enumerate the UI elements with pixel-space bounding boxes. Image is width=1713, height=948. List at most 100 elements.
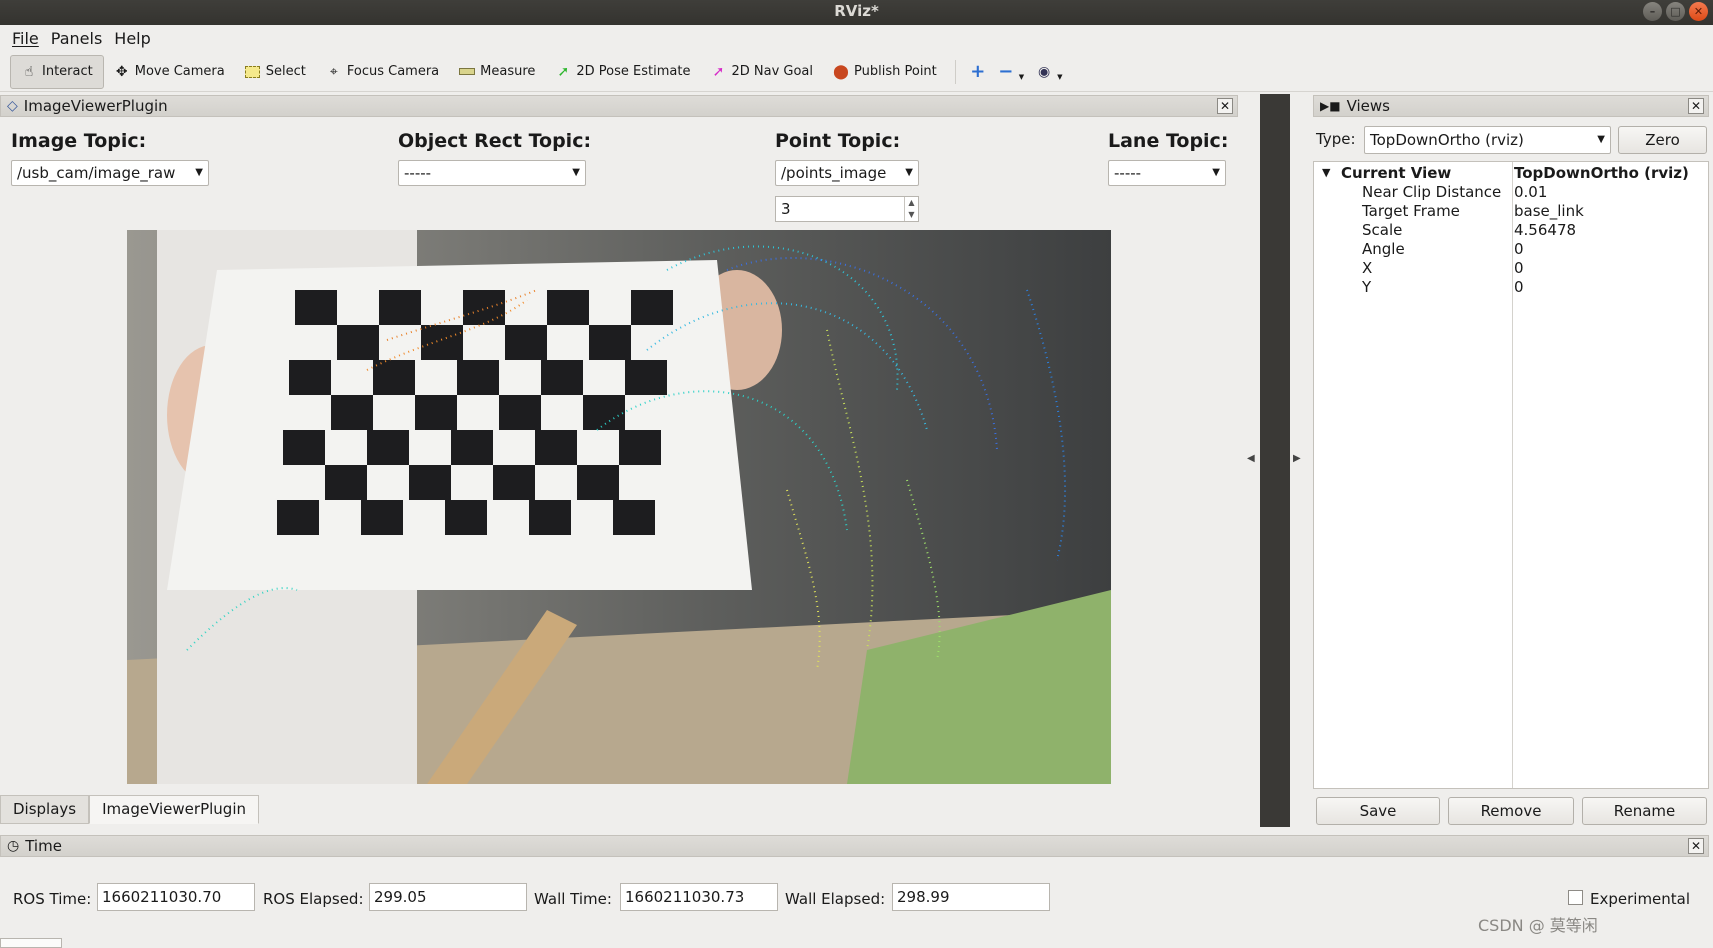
views-panel-title: Views [1346, 97, 1390, 115]
view-type-label: Type: [1316, 130, 1356, 148]
property-row[interactable]: Near Clip Distance 0.01 [1314, 183, 1708, 202]
maximize-icon[interactable]: □ [1666, 2, 1685, 21]
property-row[interactable]: X 0 [1314, 259, 1708, 278]
property-value[interactable]: 0 [1514, 259, 1524, 277]
select-box-icon [245, 64, 261, 80]
render-view-strip [1260, 94, 1290, 827]
zero-button[interactable]: Zero [1618, 126, 1707, 154]
toolbar-separator [954, 59, 956, 84]
ros-time-field[interactable]: 1660211030.70 [97, 883, 255, 911]
object-rect-topic-select[interactable]: ----- ▼ [398, 160, 586, 186]
hand-pointer-icon: ☝ [24, 63, 34, 80]
image-topic-select[interactable]: /usb_cam/image_raw ▼ [11, 160, 209, 186]
chevron-down-icon: ▼ [1212, 167, 1220, 178]
property-key: Near Clip Distance [1362, 183, 1502, 201]
camera-image [127, 230, 1111, 784]
property-value[interactable]: 0 [1514, 240, 1524, 258]
tab-image-viewer-plugin[interactable]: ImageViewerPlugin [89, 795, 259, 824]
publish-point-tool-button[interactable]: ⬤ Publish Point [823, 55, 947, 89]
status-bar-stub [0, 938, 62, 948]
close-icon[interactable]: ✕ [1689, 2, 1708, 21]
wall-elapsed-field[interactable]: 298.99 [892, 883, 1050, 911]
diamond-icon: ◇ [7, 98, 18, 114]
chevron-down-icon: ▼ [572, 167, 580, 178]
view-type-select[interactable]: TopDownOrtho (rviz) ▼ [1364, 126, 1611, 154]
dropdown-triangle-icon: ▼ [1057, 72, 1063, 81]
plus-icon: + [970, 61, 986, 82]
select-tool-button[interactable]: Select [235, 55, 316, 89]
window-title: RViz* [834, 2, 879, 20]
expand-triangle-icon[interactable]: ▼ [1322, 166, 1330, 179]
nav-goal-tool-button[interactable]: ➚ 2D Nav Goal [700, 55, 823, 89]
watermark-text: CSDN @ 莫等闲 [1478, 916, 1598, 935]
move-arrows-icon: ✥ [115, 63, 128, 80]
property-value[interactable]: base_link [1514, 202, 1584, 220]
property-key: Y [1362, 278, 1372, 296]
eye-tool-button[interactable]: ◉ ▼ [1030, 55, 1068, 89]
current-view-key: Current View [1341, 164, 1452, 182]
image-topic-value: /usb_cam/image_raw [17, 164, 176, 182]
property-row[interactable]: Target Frame base_link [1314, 202, 1708, 221]
rename-view-button[interactable]: Rename [1582, 797, 1707, 825]
property-row[interactable]: Y 0 [1314, 278, 1708, 297]
menu-file[interactable]: File [6, 29, 45, 48]
collapse-left-icon[interactable]: ◀ [1247, 453, 1255, 464]
point-topic-value: /points_image [781, 164, 887, 182]
camera-icon: ▶■ [1320, 99, 1341, 113]
property-value[interactable]: 4.56478 [1514, 221, 1576, 239]
map-pin-icon: ⬤ [833, 63, 849, 80]
current-view-value: TopDownOrtho (rviz) [1514, 164, 1689, 182]
focus-camera-tool-button[interactable]: ⌖ Focus Camera [316, 55, 449, 89]
pose-estimate-tool-button[interactable]: ➚ 2D Pose Estimate [545, 55, 700, 89]
point-topic-label: Point Topic: [775, 130, 901, 152]
interact-tool-button[interactable]: ☝ Interact [10, 54, 104, 89]
view-properties-tree: ▼ Current View TopDownOrtho (rviz) Near … [1313, 161, 1709, 789]
lane-topic-select[interactable]: ----- ▼ [1108, 160, 1226, 186]
interact-label: Interact [42, 64, 93, 79]
clock-icon: ◷ [7, 838, 20, 854]
close-panel-icon[interactable]: ✕ [1217, 98, 1233, 114]
ros-elapsed-label: ROS Elapsed: [263, 890, 364, 908]
move-camera-tool-button[interactable]: ✥ Move Camera [104, 55, 235, 89]
property-row[interactable]: Angle 0 [1314, 240, 1708, 259]
ros-time-label: ROS Time: [13, 890, 92, 908]
spin-arrows-icon[interactable]: ▲ ▼ [904, 197, 918, 221]
image-viewer-panel-header: ◇ ImageViewerPlugin ✕ [0, 95, 1238, 117]
add-tool-button[interactable]: + [964, 55, 992, 89]
remove-tool-button[interactable]: − ▼ [992, 55, 1030, 89]
current-view-row[interactable]: ▼ Current View TopDownOrtho (rviz) [1314, 164, 1708, 183]
wall-time-label: Wall Time: [534, 890, 612, 908]
menu-panels[interactable]: Panels [45, 29, 109, 48]
chevron-down-icon: ▼ [905, 167, 913, 178]
move-camera-label: Move Camera [134, 64, 225, 79]
point-size-value: 3 [781, 200, 791, 218]
measure-tool-button[interactable]: Measure [449, 55, 545, 89]
view-type-value: TopDownOrtho (rviz) [1370, 131, 1524, 149]
property-key: Scale [1362, 221, 1403, 239]
point-size-spinbox[interactable]: 3 ▲ ▼ [775, 196, 919, 222]
point-topic-select[interactable]: /points_image ▼ [775, 160, 919, 186]
save-view-button[interactable]: Save [1316, 797, 1440, 825]
property-row[interactable]: Scale 4.56478 [1314, 221, 1708, 240]
menu-help[interactable]: Help [108, 29, 156, 48]
collapse-right-icon[interactable]: ▶ [1293, 453, 1301, 464]
close-panel-icon[interactable]: ✕ [1688, 98, 1704, 114]
property-key: Angle [1362, 240, 1405, 258]
views-panel-header: ▶■ Views ✕ [1313, 95, 1709, 117]
select-label: Select [265, 64, 306, 79]
left-dock-tabs: Displays ImageViewerPlugin [0, 795, 259, 826]
property-value[interactable]: 0 [1514, 278, 1524, 296]
object-rect-topic-value: ----- [404, 164, 432, 182]
wall-time-field[interactable]: 1660211030.73 [620, 883, 778, 911]
experimental-checkbox[interactable] [1568, 890, 1583, 905]
experimental-label: Experimental [1590, 890, 1691, 908]
tab-displays[interactable]: Displays [0, 795, 90, 824]
property-value[interactable]: 0.01 [1514, 183, 1547, 201]
minimize-icon[interactable]: – [1643, 2, 1662, 21]
close-panel-icon[interactable]: ✕ [1688, 838, 1704, 854]
wall-elapsed-label: Wall Elapsed: [785, 890, 886, 908]
dropdown-triangle-icon: ▼ [1018, 72, 1025, 81]
chevron-down-icon: ▼ [195, 167, 203, 178]
remove-view-button[interactable]: Remove [1448, 797, 1574, 825]
ros-elapsed-field[interactable]: 299.05 [369, 883, 527, 911]
